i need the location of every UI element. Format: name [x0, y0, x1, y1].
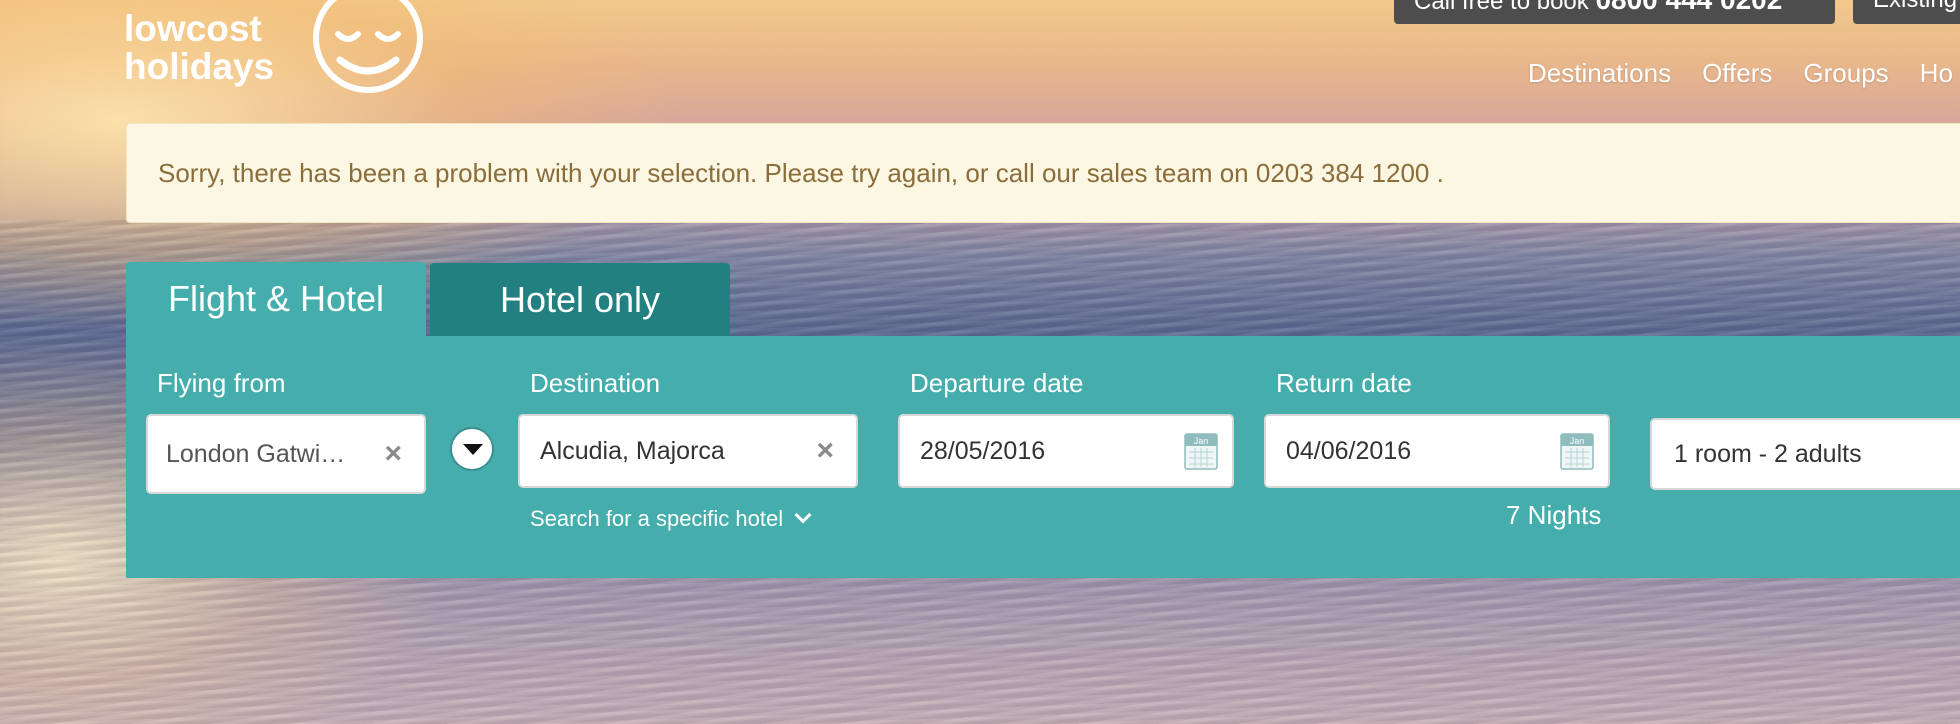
clear-flying-from-icon[interactable]: ×: [384, 439, 402, 469]
calendar-icon-month: Jan: [1194, 436, 1209, 446]
call-free-label: Call free to book: [1414, 0, 1589, 15]
flying-from-dropdown-icon[interactable]: [450, 427, 494, 471]
error-alert: Sorry, there has been a problem with you…: [126, 123, 1960, 223]
search-specific-hotel-link[interactable]: Search for a specific hotel: [530, 506, 812, 532]
logo-wordmark: lowcost holidays: [124, 10, 274, 86]
destination-field[interactable]: Alcudia, Majorca ×: [518, 414, 858, 488]
error-alert-text: Sorry, there has been a problem with you…: [158, 158, 1444, 188]
rooms-select[interactable]: 1 room - 2 adults: [1650, 418, 1960, 490]
calendar-icon-month: Jan: [1570, 436, 1585, 446]
departure-date-value: 28/05/2016: [920, 436, 1046, 465]
nav-groups[interactable]: Groups: [1803, 58, 1888, 89]
logo-line-1: lowcost: [124, 8, 262, 49]
nav-destinations[interactable]: Destinations: [1528, 58, 1671, 89]
clear-destination-icon[interactable]: ×: [816, 436, 834, 466]
departure-date-field[interactable]: 28/05/2016 Jan: [898, 414, 1234, 488]
call-free-button[interactable]: Call free to book 0800 444 0202: [1394, 0, 1835, 24]
existing-booking-button[interactable]: Existing: [1853, 0, 1960, 24]
flying-from-value: London Gatwi…: [166, 439, 346, 468]
return-date-label: Return date: [1276, 368, 1412, 398]
rooms-select-value: 1 room - 2 adults: [1674, 439, 1862, 468]
return-date-value: 04/06/2016: [1286, 436, 1412, 465]
search-specific-hotel-label: Search for a specific hotel: [530, 506, 784, 531]
chevron-down-icon: [794, 506, 812, 524]
logo-line-2: holidays: [124, 46, 275, 87]
smiley-face-icon: [313, 0, 423, 93]
return-date-field[interactable]: 04/06/2016 Jan: [1264, 414, 1610, 488]
flying-from-field[interactable]: London Gatwi… ×: [146, 414, 426, 494]
departure-date-label: Departure date: [910, 368, 1084, 398]
tab-flight-hotel[interactable]: Flight & Hotel: [126, 262, 426, 336]
flying-from-label: Flying from: [157, 368, 286, 398]
nights-count: 7 Nights: [1506, 500, 1602, 530]
nav-holidays[interactable]: Ho: [1920, 58, 1953, 89]
nav-offers[interactable]: Offers: [1702, 58, 1772, 89]
tab-hotel-only[interactable]: Hotel only: [430, 263, 730, 336]
calendar-icon[interactable]: Jan: [1560, 432, 1594, 470]
call-free-number: 0800 444 0202: [1595, 0, 1782, 15]
lowcost-holidays-logo[interactable]: lowcost holidays: [124, 0, 434, 105]
destination-value: Alcudia, Majorca: [540, 436, 725, 465]
existing-booking-label: Existing: [1873, 0, 1957, 13]
main-nav: Destinations Offers Groups Ho: [1528, 58, 1960, 89]
destination-label: Destination: [530, 368, 661, 398]
calendar-icon[interactable]: Jan: [1184, 432, 1218, 470]
